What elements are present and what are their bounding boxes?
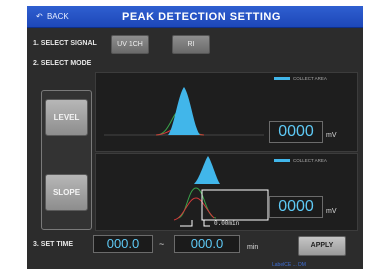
slope-collect-peak bbox=[194, 156, 220, 184]
level-unit: mV bbox=[326, 132, 337, 139]
time-range-separator: ~ bbox=[159, 239, 165, 249]
page-title: PEAK DETECTION SETTING bbox=[122, 11, 281, 23]
footer-status: LabelCE ... DM bbox=[272, 262, 306, 268]
slope-time-marker-right bbox=[203, 220, 210, 227]
slope-graph-panel: 0.00min COLLECT AREA 0000 mV bbox=[95, 153, 358, 231]
select-signal-label: 1. SELECT SIGNAL bbox=[33, 40, 97, 47]
slope-unit: mV bbox=[326, 208, 337, 215]
header-bar: ↶ BACK PEAK DETECTION SETTING bbox=[27, 6, 363, 28]
time-unit: min bbox=[247, 244, 259, 251]
back-label: BACK bbox=[46, 12, 69, 21]
slope-value-readout[interactable]: 0000 bbox=[269, 196, 323, 218]
peak-detection-screen: ↶ BACK PEAK DETECTION SETTING 1. SELECT … bbox=[27, 6, 363, 269]
back-button[interactable]: ↶ BACK bbox=[30, 10, 75, 24]
apply-button[interactable]: APPLY bbox=[298, 236, 346, 256]
back-arrow-icon: ↶ bbox=[36, 12, 43, 21]
legend-swatch bbox=[274, 77, 290, 80]
level-mode-button[interactable]: LEVEL bbox=[45, 99, 88, 136]
level-value-readout[interactable]: 0000 bbox=[269, 121, 323, 143]
level-legend: COLLECT AREA bbox=[274, 76, 327, 81]
start-time-input[interactable]: 000.0 bbox=[93, 235, 153, 253]
level-graph-panel: COLLECT AREA 0000 mV bbox=[95, 72, 358, 152]
set-time-label: 3. SET TIME bbox=[33, 241, 74, 248]
level-legend-text: COLLECT AREA bbox=[293, 76, 327, 81]
level-collect-peak bbox=[168, 87, 200, 135]
slope-legend: COLLECT AREA bbox=[274, 158, 327, 163]
signal-ri-button[interactable]: RI bbox=[172, 35, 210, 54]
slope-mode-button[interactable]: SLOPE bbox=[45, 174, 88, 211]
select-mode-label: 2. SELECT MODE bbox=[33, 60, 92, 67]
slope-time-marker-left bbox=[180, 220, 193, 227]
slope-legend-text: COLLECT AREA bbox=[293, 158, 327, 163]
signal-uv1ch-button[interactable]: UV 1CH bbox=[111, 35, 149, 54]
legend-swatch bbox=[274, 159, 290, 162]
end-time-input[interactable]: 000.0 bbox=[174, 235, 240, 253]
slope-time-label: 0.00min bbox=[214, 220, 240, 227]
